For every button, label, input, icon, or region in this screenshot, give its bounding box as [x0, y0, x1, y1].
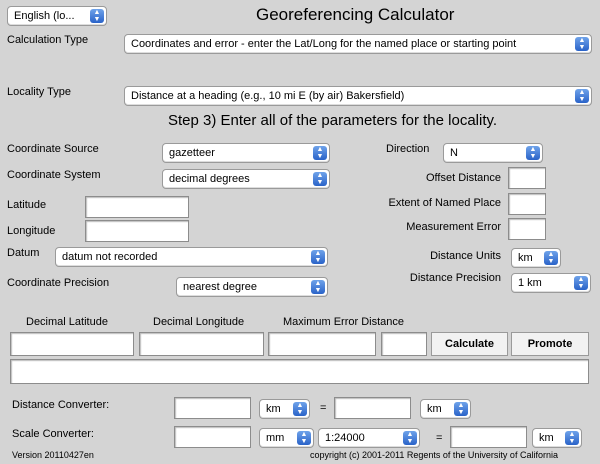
calculation-type-value: Coordinates and error - enter the Lat/Lo…: [131, 38, 517, 50]
up-down-arrows-icon: ▲ ▼: [575, 37, 589, 51]
max-error-units-output[interactable]: [381, 332, 427, 356]
longitude-input[interactable]: [85, 220, 189, 242]
decimal-longitude-label: Decimal Longitude: [153, 316, 245, 328]
up-down-arrows-icon: ▲ ▼: [403, 431, 417, 445]
distance-converter-to-unit-value: km: [427, 403, 442, 415]
latitude-label: Latitude: [7, 199, 47, 211]
coordinate-precision-select[interactable]: nearest degree ▲ ▼: [176, 277, 328, 297]
datum-label: Datum: [7, 247, 40, 259]
up-down-arrows-icon: ▲ ▼: [526, 146, 540, 160]
up-down-arrows-icon: ▲ ▼: [311, 280, 325, 294]
results-summary-output[interactable]: [10, 359, 589, 384]
datum-value: datum not recorded: [62, 251, 158, 263]
distance-precision-value: 1 km: [518, 277, 542, 289]
up-down-arrows-icon: ▲ ▼: [313, 146, 327, 160]
scale-converter-to-unit-select[interactable]: km ▲ ▼: [532, 428, 582, 448]
coordinate-system-label: Coordinate System: [7, 169, 101, 181]
up-down-arrows-icon: ▲ ▼: [565, 431, 579, 445]
datum-select[interactable]: datum not recorded ▲ ▼: [55, 247, 328, 267]
locality-type-label: Locality Type: [7, 86, 72, 98]
up-down-arrows-icon: ▲ ▼: [293, 402, 307, 416]
distance-converter-to-unit-select[interactable]: km ▲ ▼: [420, 399, 471, 419]
extent-named-place-input[interactable]: [508, 193, 546, 215]
distance-units-label: Distance Units: [430, 250, 501, 262]
direction-label: Direction: [386, 143, 430, 155]
scale-converter-from-input[interactable]: [174, 426, 251, 448]
latitude-input[interactable]: [85, 196, 189, 218]
distance-converter-label: Distance Converter:: [12, 399, 110, 411]
scale-converter-scale-value: 1:24000: [325, 432, 365, 444]
version-text: Version 20110427en: [12, 450, 94, 460]
longitude-label: Longitude: [7, 225, 56, 237]
offset-distance-input[interactable]: [508, 167, 546, 189]
scale-converter-to-unit-value: km: [539, 432, 554, 444]
scale-converter-equals: =: [436, 432, 443, 444]
page-title: Georeferencing Calculator: [256, 5, 455, 24]
measurement-error-input[interactable]: [508, 218, 546, 240]
up-down-arrows-icon: ▲ ▼: [575, 89, 589, 103]
language-select-value: English (lo...: [14, 10, 75, 22]
coordinate-source-select[interactable]: gazetteer ▲ ▼: [162, 143, 330, 163]
coordinate-precision-value: nearest degree: [183, 281, 257, 293]
max-error-output[interactable]: [268, 332, 376, 356]
step-heading: Step 3) Enter all of the parameters for …: [168, 112, 498, 129]
distance-precision-select[interactable]: 1 km ▲ ▼: [511, 273, 591, 293]
extent-named-place-label: Extent of Named Place: [388, 197, 501, 209]
coordinate-source-label: Coordinate Source: [7, 143, 99, 155]
calculation-type-label: Calculation Type: [7, 34, 89, 46]
decimal-latitude-output[interactable]: [10, 332, 134, 356]
copyright-text: copyright (c) 2001-2011 Regents of the U…: [310, 450, 558, 460]
locality-type-value: Distance at a heading (e.g., 10 mi E (by…: [131, 90, 405, 102]
max-error-label: Maximum Error Distance: [283, 316, 405, 328]
up-down-arrows-icon: ▲ ▼: [454, 402, 468, 416]
coordinate-source-value: gazetteer: [169, 147, 215, 159]
up-down-arrows-icon: ▲ ▼: [297, 431, 311, 445]
scale-converter-scale-select[interactable]: 1:24000 ▲ ▼: [318, 428, 420, 448]
decimal-latitude-label: Decimal Latitude: [26, 316, 108, 328]
direction-select[interactable]: N ▲ ▼: [443, 143, 543, 163]
distance-converter-to-input[interactable]: [334, 397, 411, 419]
scale-converter-from-unit-select[interactable]: mm ▲ ▼: [259, 428, 314, 448]
distance-converter-from-input[interactable]: [174, 397, 251, 419]
distance-converter-equals: =: [320, 402, 327, 414]
scale-converter-to-input[interactable]: [450, 426, 527, 448]
up-down-arrows-icon: ▲ ▼: [544, 251, 558, 265]
up-down-arrows-icon: ▲ ▼: [90, 9, 104, 23]
scale-converter-from-unit-value: mm: [266, 432, 285, 444]
coordinate-system-select[interactable]: decimal degrees ▲ ▼: [162, 169, 330, 189]
distance-units-select[interactable]: km ▲ ▼: [511, 248, 561, 268]
calculate-button[interactable]: Calculate: [431, 332, 508, 356]
language-select[interactable]: English (lo... ▲ ▼: [7, 6, 107, 26]
scale-converter-label: Scale Converter:: [12, 428, 94, 440]
coordinate-system-value: decimal degrees: [169, 173, 250, 185]
distance-converter-from-unit-value: km: [266, 403, 281, 415]
up-down-arrows-icon: ▲ ▼: [313, 172, 327, 186]
distance-precision-label: Distance Precision: [409, 272, 501, 284]
measurement-error-label: Measurement Error: [406, 221, 501, 233]
offset-distance-label: Offset Distance: [426, 172, 501, 184]
direction-value: N: [450, 147, 458, 159]
distance-converter-from-unit-select[interactable]: km ▲ ▼: [259, 399, 310, 419]
up-down-arrows-icon: ▲ ▼: [574, 276, 588, 290]
distance-units-value: km: [518, 252, 533, 264]
calculation-type-select[interactable]: Coordinates and error - enter the Lat/Lo…: [124, 34, 592, 54]
promote-button[interactable]: Promote: [511, 332, 589, 356]
coordinate-precision-label: Coordinate Precision: [7, 277, 110, 289]
decimal-longitude-output[interactable]: [139, 332, 264, 356]
up-down-arrows-icon: ▲ ▼: [311, 250, 325, 264]
locality-type-select[interactable]: Distance at a heading (e.g., 10 mi E (by…: [124, 86, 592, 106]
